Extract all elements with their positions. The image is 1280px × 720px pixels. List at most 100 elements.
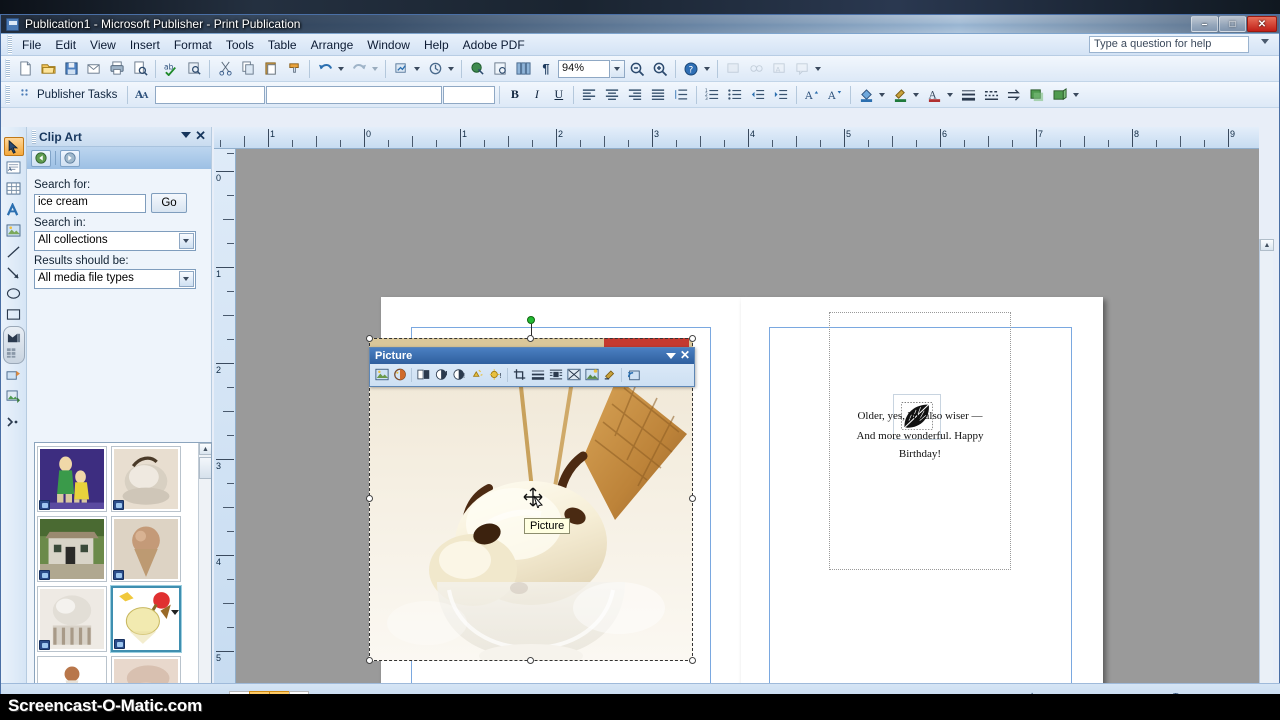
zoom-in-icon[interactable]: [649, 58, 671, 79]
redo-dropdown[interactable]: [371, 58, 381, 79]
justify-icon[interactable]: [647, 84, 669, 105]
line-spacing-icon[interactable]: [670, 84, 692, 105]
handle-middle-left[interactable]: [366, 495, 373, 502]
forward-icon[interactable]: [60, 149, 80, 167]
rectangle-icon[interactable]: [4, 305, 24, 324]
menu-table[interactable]: Table: [261, 36, 304, 54]
crop-icon[interactable]: [511, 366, 528, 383]
wordart-icon[interactable]: [4, 200, 24, 219]
email-icon[interactable]: [83, 58, 105, 79]
close-icon[interactable]: ✕: [680, 348, 690, 362]
formatting-toolbar-grip[interactable]: [5, 85, 10, 104]
dash-style-icon[interactable]: [980, 84, 1002, 105]
zoom-dropdown[interactable]: [611, 59, 625, 78]
line-color-icon[interactable]: [889, 84, 911, 105]
reset-picture-icon[interactable]: [625, 366, 642, 383]
insert-hyperlink-icon[interactable]: [390, 58, 412, 79]
insert-table-icon[interactable]: [4, 179, 24, 198]
zoom-out-icon[interactable]: [626, 58, 648, 79]
special-characters-icon[interactable]: [466, 58, 488, 79]
clip-art-results[interactable]: ▲ ▼: [34, 442, 212, 720]
line-icon[interactable]: [4, 242, 24, 261]
minimize-button[interactable]: –: [1191, 16, 1218, 32]
handle-middle-right[interactable]: [689, 495, 696, 502]
maximize-button[interactable]: □: [1219, 16, 1246, 32]
clip-art-thumbnail[interactable]: [37, 586, 107, 652]
chevron-down-icon[interactable]: [179, 233, 194, 249]
search-in-select[interactable]: All collections: [34, 231, 196, 251]
compress-pictures-icon[interactable]: [565, 366, 582, 383]
chevron-down-icon[interactable]: [666, 353, 676, 359]
italic-button[interactable]: I: [526, 85, 547, 105]
rotation-handle[interactable]: [527, 316, 535, 324]
toolbar-overflow-2[interactable]: [814, 58, 824, 79]
clip-art-thumbnail[interactable]: [37, 516, 107, 582]
clip-art-thumbnail[interactable]: [37, 446, 107, 512]
thumbnail-dropdown-icon[interactable]: [171, 610, 179, 615]
back-icon[interactable]: [31, 149, 51, 167]
vertical-scrollbar[interactable]: ▲ ▼: [1259, 239, 1274, 720]
clip-art-thumbnail[interactable]: [111, 516, 181, 582]
handle-bottom-right[interactable]: [689, 657, 696, 664]
format-picture-icon[interactable]: [583, 366, 600, 383]
toolbar-overflow-1[interactable]: [703, 58, 713, 79]
publication-canvas[interactable]: Older, yes, but also wiser — And more wo…: [236, 149, 1259, 683]
paste-icon[interactable]: [260, 58, 282, 79]
oval-icon[interactable]: [4, 284, 24, 303]
results-type-select[interactable]: All media file types: [34, 269, 196, 289]
underline-button[interactable]: U: [548, 85, 569, 105]
save-icon[interactable]: [60, 58, 82, 79]
pdf-comment-icon[interactable]: [791, 58, 813, 79]
horizontal-ruler[interactable]: 1 0 1 2 3 4 5 6 7 8 9: [214, 127, 1259, 149]
cut-icon[interactable]: [214, 58, 236, 79]
more-brightness-icon[interactable]: !: [451, 366, 468, 383]
bold-button[interactable]: B: [504, 85, 525, 105]
hyperlink-dropdown[interactable]: [413, 58, 423, 79]
undo-icon[interactable]: [314, 58, 336, 79]
spelling-icon[interactable]: ab: [160, 58, 182, 79]
menu-tools[interactable]: Tools: [219, 36, 261, 54]
font-size-combo[interactable]: [443, 85, 496, 104]
chevron-down-icon[interactable]: [181, 132, 191, 138]
line-style-icon[interactable]: [957, 84, 979, 105]
picture-toolbar[interactable]: Picture ✕ ! !: [369, 347, 695, 387]
close-icon[interactable]: ✕: [195, 129, 206, 143]
menu-adobe-pdf[interactable]: Adobe PDF: [456, 36, 532, 54]
handle-top-center[interactable]: [527, 335, 534, 342]
menu-window[interactable]: Window: [360, 36, 417, 54]
handle-bottom-left[interactable]: [366, 657, 373, 664]
scrollbar-thumb[interactable]: [199, 457, 211, 479]
menu-edit[interactable]: Edit: [48, 36, 83, 54]
decrease-indent-icon[interactable]: [747, 84, 769, 105]
handle-top-right[interactable]: [689, 335, 696, 342]
card-text-line-1[interactable]: Older, yes, but also wiser —: [829, 408, 1011, 425]
open-icon[interactable]: [37, 58, 59, 79]
search-input[interactable]: ice cream: [34, 193, 146, 213]
publisher-tasks-button[interactable]: Publisher Tasks: [14, 87, 123, 102]
align-left-icon[interactable]: [578, 84, 600, 105]
line-style-icon[interactable]: [529, 366, 546, 383]
scroll-up-icon[interactable]: ▲: [199, 443, 211, 455]
more-objects-overflow-icon[interactable]: [4, 412, 24, 431]
insert-picture-placeholder-icon[interactable]: [4, 387, 24, 406]
task-pane-grip[interactable]: [31, 129, 36, 144]
styles-and-formatting-icon[interactable]: AA: [132, 84, 154, 105]
menu-view[interactable]: View: [83, 36, 123, 54]
pdf-convert-icon[interactable]: [722, 58, 744, 79]
scroll-up-icon[interactable]: ▲: [1260, 239, 1274, 251]
formatting-overflow[interactable]: [1072, 84, 1082, 105]
arrow-style-icon[interactable]: [1003, 84, 1025, 105]
vertical-ruler[interactable]: 0 1 2 3 4 5: [214, 149, 236, 683]
format-painter-icon[interactable]: [283, 58, 305, 79]
select-objects-arrow-icon[interactable]: [3, 137, 24, 156]
autoshapes-group[interactable]: [2, 326, 25, 364]
font-color-dropdown[interactable]: [946, 84, 956, 105]
pdf-review-icon[interactable]: A: [768, 58, 790, 79]
results-scrollbar[interactable]: ▲ ▼: [198, 443, 211, 720]
standard-toolbar-grip[interactable]: [5, 59, 10, 78]
picture-frame-icon[interactable]: [4, 221, 24, 240]
color-icon[interactable]: [391, 366, 408, 383]
help-search-input[interactable]: Type a question for help: [1089, 36, 1249, 53]
text-wrapping-icon[interactable]: [547, 366, 564, 383]
clip-art-thumbnail-selected[interactable]: [110, 585, 182, 653]
